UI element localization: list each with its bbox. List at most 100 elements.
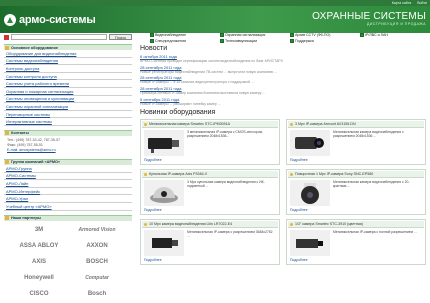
- check-icon: [360, 33, 364, 37]
- sitemap-link[interactable]: Карта сайта: [392, 1, 412, 5]
- group-item[interactable]: Учебный центр «АРМО»: [4, 203, 132, 211]
- partner-logo[interactable]: ASSA ABLOY: [10, 241, 68, 251]
- partners-grid: 3M Armored Vision ASSA ABLOY AXXON AXIS …: [4, 221, 132, 303]
- site-logo[interactable]: армо-системы: [4, 13, 96, 26]
- product-card[interactable]: Купольная IP-камера Axis P3346-V 3 Mpx к…: [140, 169, 280, 216]
- product-title: 1/3" камера Smartec STC-3910 (цветная): [288, 221, 424, 229]
- product-desc: Мегапиксельная камера видеонаблюдения с …: [333, 130, 404, 139]
- sidebar-item[interactable]: Контроль доступа: [4, 65, 132, 73]
- sidebar-item[interactable]: Охранная и пожарная сигнализация: [4, 88, 132, 96]
- partner-logo[interactable]: Honeywell: [10, 273, 68, 283]
- news-title: Новости: [140, 45, 168, 52]
- nav-item[interactable]: Охранная сигнализация: [220, 33, 286, 37]
- product-card[interactable]: 3 Mpx IP-камера Arecont AV3155-DN Мегапи…: [286, 119, 426, 166]
- partner-logo[interactable]: 3M: [10, 225, 68, 235]
- bullet-icon: [144, 222, 147, 226]
- nav-item[interactable]: Поддержка: [290, 39, 356, 43]
- product-card[interactable]: 1/3" камера Smartec STC-3910 (цветная) М…: [286, 219, 426, 266]
- product-title: 10 Mpx камера видеонаблюдения Lilin LR70…: [142, 221, 278, 229]
- check-icon: [220, 33, 224, 37]
- product-title: 3 Mpx IP-камера Arecont AV3155-DN: [288, 121, 424, 129]
- site-header: армо-системы ОХРАННЫЕ СИСТЕМЫ ДИСТРИБУЦИ…: [0, 6, 430, 33]
- news-item: 5 сентября 2011 года Новые IP-камеры ... …: [140, 97, 426, 106]
- search-flag-icon: [4, 34, 9, 40]
- product-desc: 3 мегапиксельная IP-камера с CMOS-сенсор…: [187, 130, 263, 139]
- ptz-camera-image: [290, 180, 330, 207]
- product-desc: 3 Mpx купольная камера видеонаблюдения с…: [187, 180, 265, 189]
- contact-email[interactable]: E-mail: arnosystems@armo.ru: [7, 148, 129, 153]
- partner-logo[interactable]: Computar: [68, 273, 126, 283]
- partner-logo[interactable]: AXXON: [68, 241, 126, 251]
- contacts-block: Тел.: (495) 787-33-42, 787-35-57 Факс: (…: [4, 136, 132, 155]
- nav-item[interactable]: Спецпредложения: [150, 39, 216, 43]
- more-link[interactable]: Подробнее: [142, 158, 278, 163]
- news-text: Новые регистраторы видеонаблюдения ТВ-си…: [140, 69, 278, 74]
- more-link[interactable]: Подробнее: [288, 208, 424, 213]
- sidebar-item[interactable]: Системы оповещения и культивации: [4, 96, 132, 104]
- product-card[interactable]: 10 Mpx камера видеонаблюдения Lilin LR70…: [140, 219, 280, 266]
- news-text: Премьера сетевых IP-камер компании Компа…: [140, 91, 266, 96]
- search-bar: Поиск: [4, 34, 132, 40]
- sidebar-item[interactable]: Интерактивные системы: [4, 118, 132, 126]
- section-icon: [5, 131, 9, 136]
- sidebar-item[interactable]: Оборудование для видеонаблюдения: [4, 50, 132, 58]
- check-icon: [290, 33, 294, 37]
- more-link[interactable]: Подробнее: [142, 258, 278, 263]
- bullet-icon: [290, 122, 293, 126]
- check-icon: [290, 39, 294, 43]
- tagline-main: ОХРАННЫЕ СИСТЕМЫ: [312, 11, 426, 22]
- more-link[interactable]: Подробнее: [142, 208, 278, 213]
- bullet-icon: [144, 122, 147, 126]
- partner-logo[interactable]: CISCO: [10, 289, 68, 299]
- nav-item[interactable]: Видеонаблюдение: [150, 33, 216, 37]
- bullet-icon: [290, 222, 293, 226]
- top-nav: Видеонаблюдение Охранная сигнализация Ар…: [150, 33, 426, 43]
- sidebar-item[interactable]: Системы контроля доступа: [4, 73, 132, 81]
- product-desc: Мегапиксельная IP-камера с полной разреш…: [333, 230, 417, 235]
- product-title: Купольная IP-камера Axis P3346-V: [142, 171, 278, 179]
- product-desc: Мегапиксельная камера видеонаблюдения с …: [333, 180, 410, 189]
- nav-item[interactable]: Телекоммуникации: [220, 39, 286, 43]
- product-card[interactable]: Мегапиксельная камера Smartec STC-IPM309…: [140, 119, 280, 166]
- search-button[interactable]: Поиск: [108, 34, 132, 40]
- sidebar-item[interactable]: Системы учета рабочего времени: [4, 80, 132, 88]
- dome-camera-image: [144, 180, 184, 207]
- check-icon: [150, 39, 154, 43]
- sidebar-item[interactable]: Системы охранной сигнализации: [4, 103, 132, 111]
- group-item[interactable]: АРМО-Лайн: [4, 180, 132, 188]
- product-desc: Мегапиксельная IP-камера с разрешением 3…: [187, 230, 273, 239]
- product-card[interactable]: Поворотная 1 Mpx IP-камера Sony SNC-EP58…: [286, 169, 426, 216]
- partner-logo[interactable]: BOSCH: [68, 257, 126, 267]
- main-content: Новости 6 октября 2011 года АРМО-Системы …: [140, 45, 426, 266]
- equipment-grid: Мегапиксельная камера Smartec STC-IPM309…: [140, 119, 426, 266]
- sidebar: Поиск Основное оборудование Оборудование…: [4, 34, 132, 303]
- sidebar-item[interactable]: Переговорные системы: [4, 111, 132, 119]
- equipment-title: Новинки оборудования: [140, 109, 216, 117]
- bullet-icon: [144, 172, 147, 176]
- group-item[interactable]: АРМО-Урал: [4, 195, 132, 203]
- news-item: 28 сентября 2011 года Новые IP-камеры ...…: [140, 75, 426, 84]
- logo-triangle-icon: [4, 13, 16, 26]
- news-item: 6 октября 2011 года АРМО-Системы проводит…: [140, 54, 426, 63]
- partner-logo[interactable]: AXIS: [10, 257, 68, 267]
- check-icon: [220, 39, 224, 43]
- group-item[interactable]: АРМО-Интерфейс: [4, 188, 132, 196]
- product-title: Поворотная 1 Mpx IP-камера Sony SNC-EP58…: [288, 171, 424, 179]
- sidebar-item[interactable]: Системы видеонаблюдения: [4, 58, 132, 66]
- search-input[interactable]: [11, 34, 107, 40]
- section-icon: [5, 160, 9, 165]
- login-link[interactable]: Войти: [417, 1, 427, 5]
- bullet-icon: [290, 172, 293, 176]
- group-item[interactable]: АРМО-Системы: [4, 173, 132, 181]
- nav-item[interactable]: IP/ЛВС и ЛАН: [360, 33, 426, 37]
- group-item[interactable]: АРМО-Группа: [4, 165, 132, 173]
- more-link[interactable]: Подробнее: [288, 258, 424, 263]
- section-icon: [5, 216, 9, 220]
- nav-item[interactable]: Архив ССТV (Фб-ПО): [290, 33, 356, 37]
- more-link[interactable]: Подробнее: [288, 158, 424, 163]
- camera-image: [144, 230, 184, 257]
- news-item: 28 сентября 2011 года Новые регистраторы …: [140, 65, 426, 74]
- partner-logo[interactable]: Armored Vision: [68, 225, 126, 235]
- partner-logo[interactable]: Bosch: [68, 289, 126, 299]
- news-item: 28 сентября 2011 года Премьера сетевых IP…: [140, 86, 426, 95]
